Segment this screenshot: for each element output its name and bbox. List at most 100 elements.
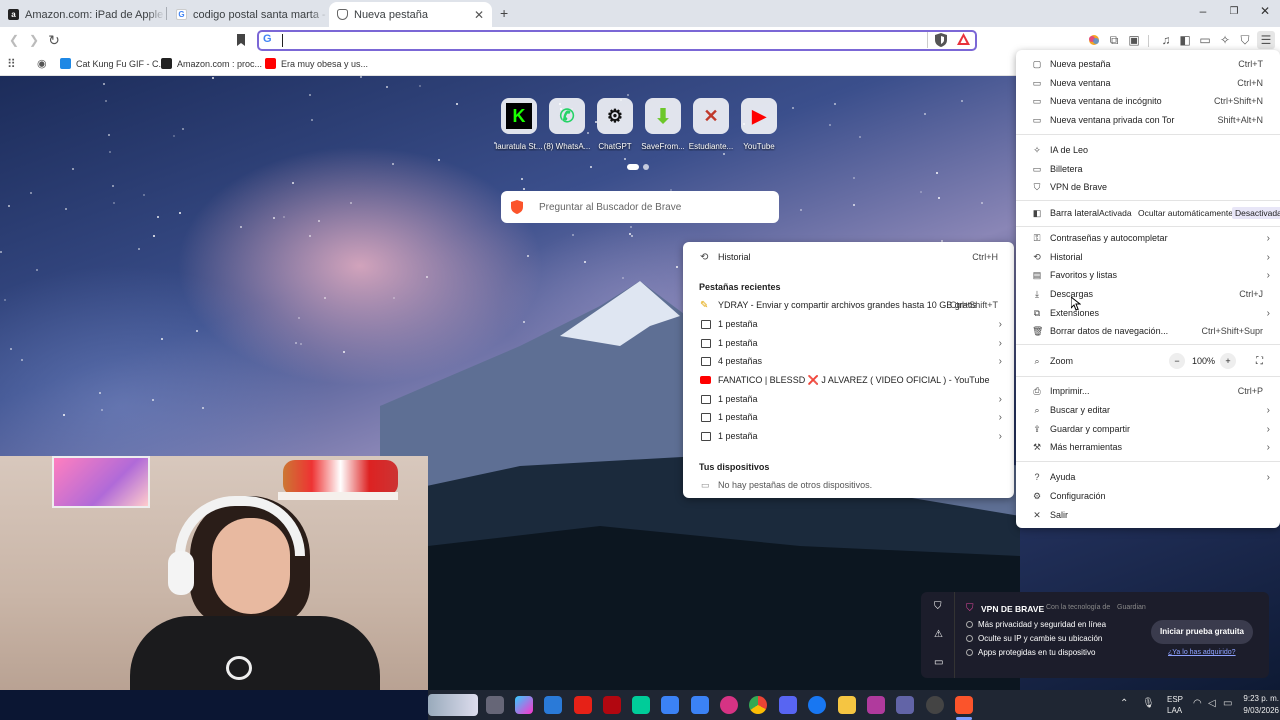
leo-ai-icon[interactable]: ✧ <box>1217 32 1233 48</box>
opera-icon[interactable] <box>720 696 738 714</box>
menu-find-edit[interactable]: ⌕ Buscar y editar › <box>1016 401 1280 419</box>
close-window-button[interactable]: ✕ <box>1250 4 1280 18</box>
widgets-icon[interactable] <box>428 694 478 716</box>
clock-time[interactable]: 9:23 p. m. <box>1229 694 1279 703</box>
onenote-icon[interactable] <box>867 696 885 714</box>
recent-tab-item[interactable]: FANATICO | BLESSD ❌ J ALVAREZ ( VIDEO OF… <box>683 371 1014 389</box>
bookmark-icon[interactable] <box>233 32 249 48</box>
edge-icon[interactable] <box>632 696 650 714</box>
bookmark-item[interactable]: Cat Kung Fu GIF - C... <box>60 58 166 69</box>
page-dot-active[interactable] <box>627 164 639 170</box>
task-view-icon[interactable] <box>486 696 504 714</box>
facebook-icon[interactable] <box>808 696 826 714</box>
bookmark-item[interactable]: Amazon.com : proc... <box>161 58 262 69</box>
shortcut-tile[interactable]: ✕ <box>693 98 729 134</box>
menu-vpn[interactable]: ⛉ VPN de Brave <box>1016 178 1280 196</box>
layout-code[interactable]: LAA <box>1167 706 1182 715</box>
sidebar-icon[interactable]: ◧ <box>1177 32 1193 48</box>
recent-window-item[interactable]: 1 pestaña › <box>683 334 1014 352</box>
menu-extensions[interactable]: ⧉ Extensiones › <box>1016 304 1280 322</box>
menu-tor-window[interactable]: ▭ Nueva ventana privada con Tor Shift+Al… <box>1016 111 1280 129</box>
menu-more-tools[interactable]: ⚒ Más herramientas › <box>1016 438 1280 456</box>
menu-passwords[interactable]: ⚿ Contraseñas y autocompletar › <box>1016 229 1280 247</box>
menu-icon[interactable]: ☰ <box>1257 31 1275 49</box>
recent-window-item[interactable]: 1 pestaña › <box>683 390 1014 408</box>
recent-window-item[interactable]: 1 pestaña › <box>683 315 1014 333</box>
bookmark-item[interactable]: Era muy obesa y us... <box>265 58 368 69</box>
fullscreen-icon[interactable]: ⛶ <box>1256 356 1263 367</box>
page-dot[interactable] <box>643 164 649 170</box>
menu-new-window[interactable]: ▭ Nueva ventana Ctrl+N <box>1016 74 1280 92</box>
menu-print[interactable]: ⎙ Imprimir... Ctrl+P <box>1016 382 1280 400</box>
app-icon[interactable] <box>661 696 679 714</box>
tray-chevron-icon[interactable]: ⌃ <box>1120 698 1128 709</box>
start-trial-button[interactable]: Iniciar prueba gratuita <box>1151 620 1253 644</box>
copilot-icon[interactable] <box>515 696 533 714</box>
volume-icon[interactable]: ◁ <box>1208 698 1216 709</box>
chrome-icon[interactable] <box>749 696 767 714</box>
forward-icon[interactable]: ❯ <box>26 32 42 48</box>
shortcut-tile[interactable]: ⚙ <box>597 98 633 134</box>
address-input[interactable] <box>287 32 907 49</box>
discord-icon[interactable] <box>779 696 797 714</box>
language-code[interactable]: ESP <box>1167 695 1183 704</box>
menu-wallet[interactable]: ▭ Billetera <box>1016 160 1280 178</box>
reload-icon[interactable]: ↻ <box>46 32 62 48</box>
netflix-icon[interactable] <box>603 696 621 714</box>
store-icon[interactable] <box>544 696 562 714</box>
web-icon[interactable]: ◉ <box>37 57 47 70</box>
tab-google[interactable]: G codigo postal santa marta - Buscar co <box>168 2 328 27</box>
zoom-in-button[interactable]: + <box>1220 353 1236 369</box>
recent-window-item[interactable]: 1 pestaña › <box>683 408 1014 426</box>
shortcut-tile[interactable]: K <box>501 98 537 134</box>
zoom-out-button[interactable]: − <box>1169 353 1185 369</box>
recent-window-item[interactable]: 4 pestañas › <box>683 352 1014 370</box>
tab-amazon[interactable]: a Amazon.com: iPad de Apple, 2025 co <box>0 2 165 27</box>
clock-date[interactable]: 9/03/2026 <box>1229 706 1279 715</box>
obs-icon[interactable] <box>926 696 944 714</box>
menu-save-share[interactable]: ⇪ Guardar y compartir › <box>1016 420 1280 438</box>
sidebar-option-auto[interactable]: Ocultar automáticamente <box>1135 207 1236 219</box>
folder-icon[interactable] <box>838 696 856 714</box>
brave-icon[interactable] <box>955 696 973 714</box>
sidebar-option-off[interactable]: Desactivada <box>1232 207 1280 219</box>
wifi-icon[interactable]: ◠ <box>1193 698 1202 709</box>
address-bar[interactable]: G <box>257 30 977 51</box>
menu-bookmarks[interactable]: ▤ Favoritos y listas › <box>1016 266 1280 284</box>
vpn-icon[interactable]: ⛉ <box>1237 32 1253 48</box>
media-icon[interactable]: ♫ <box>1158 32 1174 48</box>
mail-icon[interactable] <box>691 696 709 714</box>
brave-shields-icon[interactable] <box>935 33 947 50</box>
apps-grid-icon[interactable]: ⠿ <box>7 57 16 71</box>
brave-rewards-icon[interactable] <box>957 33 970 49</box>
close-tab-icon[interactable]: ✕ <box>474 8 484 22</box>
menu-new-tab[interactable]: ▢ Nueva pestaña Ctrl+T <box>1016 55 1280 73</box>
menu-leo[interactable]: ✧ IA de Leo <box>1016 141 1280 159</box>
shortcut-tile[interactable]: ⬇ <box>645 98 681 134</box>
new-tab-button[interactable]: + <box>500 5 508 21</box>
menu-exit[interactable]: ✕ Salir <box>1016 506 1280 524</box>
history-item[interactable]: ⟲ Historial Ctrl+H <box>683 248 1014 266</box>
maximize-button[interactable]: ❐ <box>1219 6 1249 17</box>
shortcut-tile[interactable]: ▶ <box>741 98 777 134</box>
youtube-app-icon[interactable] <box>574 696 592 714</box>
extensions-icon[interactable]: ⧉ <box>1106 32 1122 48</box>
recent-tab-item[interactable]: ✎ YDRAY - Enviar y compartir archivos gr… <box>683 296 1014 314</box>
menu-clear-data[interactable]: 🗑 Borrar datos de navegación... Ctrl+Shi… <box>1016 322 1280 340</box>
wallet-icon[interactable]: ▭ <box>1197 32 1213 48</box>
brave-search-box[interactable]: Preguntar al Buscador de Brave <box>501 191 779 223</box>
shortcut-tile[interactable]: ✆ <box>549 98 585 134</box>
back-icon[interactable]: ❮ <box>6 32 22 48</box>
already-purchased-link[interactable]: ¿Ya lo has adquirido? <box>1168 649 1236 656</box>
sidebar-option-on[interactable]: Activada <box>1096 207 1135 219</box>
tab-new-tab[interactable]: Nueva pestaña ✕ <box>329 2 492 27</box>
microphone-icon[interactable]: 🎙 <box>1142 698 1155 709</box>
menu-downloads[interactable]: ⤓ Descargas Ctrl+J <box>1016 285 1280 303</box>
menu-incognito[interactable]: ▭ Nueva ventana de incógnito Ctrl+Shift+… <box>1016 92 1280 110</box>
menu-help[interactable]: ? Ayuda › <box>1016 468 1280 486</box>
teams-icon[interactable] <box>896 696 914 714</box>
leo-color-icon[interactable] <box>1086 32 1102 48</box>
menu-history[interactable]: ⟲ Historial › <box>1016 248 1280 266</box>
tab-search-icon[interactable]: ▣ <box>1126 32 1142 48</box>
recent-window-item[interactable]: 1 pestaña › <box>683 427 1014 445</box>
